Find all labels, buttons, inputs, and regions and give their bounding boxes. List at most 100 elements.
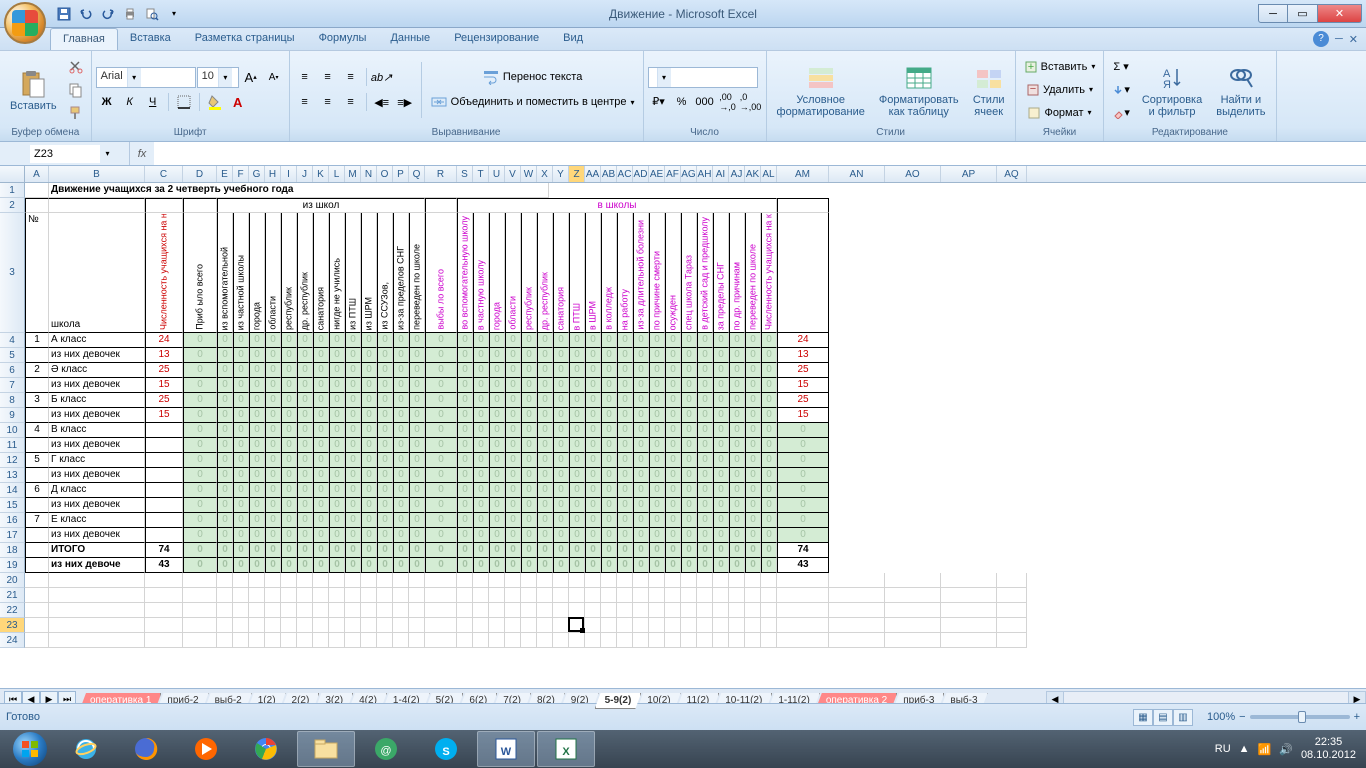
cell[interactable]: 15: [777, 378, 829, 393]
cell[interactable]: 0: [473, 483, 489, 498]
cell[interactable]: 0: [585, 543, 601, 558]
cell[interactable]: 0: [183, 498, 217, 513]
cell[interactable]: [377, 603, 393, 618]
italic-button[interactable]: К: [119, 91, 141, 113]
cell[interactable]: 0: [265, 543, 281, 558]
cell[interactable]: 0: [553, 363, 569, 378]
cell[interactable]: 0: [649, 393, 665, 408]
cell[interactable]: [569, 603, 585, 618]
cell[interactable]: 0: [313, 483, 329, 498]
cell[interactable]: 0: [681, 453, 697, 468]
cell[interactable]: 0: [761, 408, 777, 423]
cell[interactable]: Численность учащихся на конец: [761, 213, 777, 333]
cell[interactable]: [585, 618, 601, 633]
cell[interactable]: 0: [537, 363, 553, 378]
row-header[interactable]: 3: [0, 213, 25, 333]
format-as-table-button[interactable]: Форматировать как таблицу: [873, 57, 965, 123]
cell[interactable]: 0: [537, 348, 553, 363]
cell[interactable]: в частную школу: [473, 213, 489, 333]
cell[interactable]: 0: [681, 468, 697, 483]
cell[interactable]: 0: [713, 378, 729, 393]
cell[interactable]: 0: [409, 408, 425, 423]
cell[interactable]: 0: [489, 438, 505, 453]
cell[interactable]: 0: [521, 438, 537, 453]
cell[interactable]: 0: [489, 423, 505, 438]
cell[interactable]: [25, 183, 49, 198]
cell[interactable]: [489, 603, 505, 618]
cell[interactable]: [297, 603, 313, 618]
cell[interactable]: 0: [729, 423, 745, 438]
cell[interactable]: 0: [649, 498, 665, 513]
cell[interactable]: 0: [729, 363, 745, 378]
cell[interactable]: 0: [521, 378, 537, 393]
align-top-icon[interactable]: ≡: [294, 66, 316, 88]
cell[interactable]: [997, 633, 1027, 648]
cell[interactable]: 0: [697, 378, 713, 393]
cell[interactable]: 0: [569, 498, 585, 513]
cell[interactable]: 7: [25, 513, 49, 528]
cell[interactable]: [633, 618, 649, 633]
cell[interactable]: 0: [665, 483, 681, 498]
column-header[interactable]: Z: [569, 166, 585, 182]
cell[interactable]: [145, 423, 183, 438]
cell[interactable]: [941, 603, 997, 618]
cell[interactable]: 0: [697, 408, 713, 423]
cell[interactable]: [25, 378, 49, 393]
column-header[interactable]: X: [537, 166, 553, 182]
tray-lang[interactable]: RU: [1215, 743, 1231, 755]
cell[interactable]: 0: [745, 528, 761, 543]
cell[interactable]: [25, 528, 49, 543]
conditional-formatting-button[interactable]: Условное форматирование: [771, 57, 871, 123]
cell[interactable]: 0: [729, 393, 745, 408]
cell[interactable]: 0: [345, 453, 361, 468]
cell[interactable]: [457, 603, 473, 618]
cell[interactable]: 0: [521, 498, 537, 513]
accounting-format-icon[interactable]: ₽▾: [648, 91, 670, 113]
cell[interactable]: [569, 573, 585, 588]
underline-button[interactable]: Ч: [142, 91, 164, 113]
cell[interactable]: [569, 633, 585, 648]
cell[interactable]: 0: [377, 483, 393, 498]
cell[interactable]: 0: [425, 453, 457, 468]
cell[interactable]: 0: [329, 468, 345, 483]
cell[interactable]: 0: [345, 393, 361, 408]
cell[interactable]: 0: [425, 543, 457, 558]
cell[interactable]: 0: [489, 543, 505, 558]
cell[interactable]: республик: [281, 213, 297, 333]
cell[interactable]: 0: [665, 498, 681, 513]
cell[interactable]: 0: [425, 528, 457, 543]
cell[interactable]: [729, 603, 745, 618]
cell[interactable]: [281, 603, 297, 618]
cell[interactable]: 0: [281, 363, 297, 378]
cell[interactable]: 0: [761, 543, 777, 558]
cell[interactable]: 2: [25, 363, 49, 378]
cell[interactable]: 0: [233, 543, 249, 558]
column-header[interactable]: J: [297, 166, 313, 182]
cells-area[interactable]: Движение учащихся за 2 четверть учебного…: [25, 183, 1366, 688]
cell[interactable]: [537, 573, 553, 588]
cell[interactable]: 0: [217, 423, 233, 438]
column-header[interactable]: AP: [941, 166, 997, 182]
cell[interactable]: [697, 573, 713, 588]
cell[interactable]: 25: [145, 363, 183, 378]
cell[interactable]: 0: [345, 348, 361, 363]
cell[interactable]: [249, 573, 265, 588]
taskbar-ie-icon[interactable]: [57, 731, 115, 767]
cell[interactable]: [633, 603, 649, 618]
align-right-icon[interactable]: ≡: [340, 91, 362, 113]
cell[interactable]: [729, 633, 745, 648]
cell[interactable]: 0: [249, 408, 265, 423]
cell[interactable]: 0: [249, 363, 265, 378]
cell[interactable]: 0: [281, 423, 297, 438]
cell[interactable]: [145, 513, 183, 528]
cell[interactable]: [25, 633, 49, 648]
cell[interactable]: [829, 588, 885, 603]
column-header[interactable]: U: [489, 166, 505, 182]
cell[interactable]: 0: [377, 513, 393, 528]
cell[interactable]: [713, 603, 729, 618]
cell[interactable]: [745, 603, 761, 618]
cell[interactable]: [217, 573, 233, 588]
cell[interactable]: [681, 588, 697, 603]
cell[interactable]: [537, 618, 553, 633]
cell[interactable]: 0: [345, 498, 361, 513]
